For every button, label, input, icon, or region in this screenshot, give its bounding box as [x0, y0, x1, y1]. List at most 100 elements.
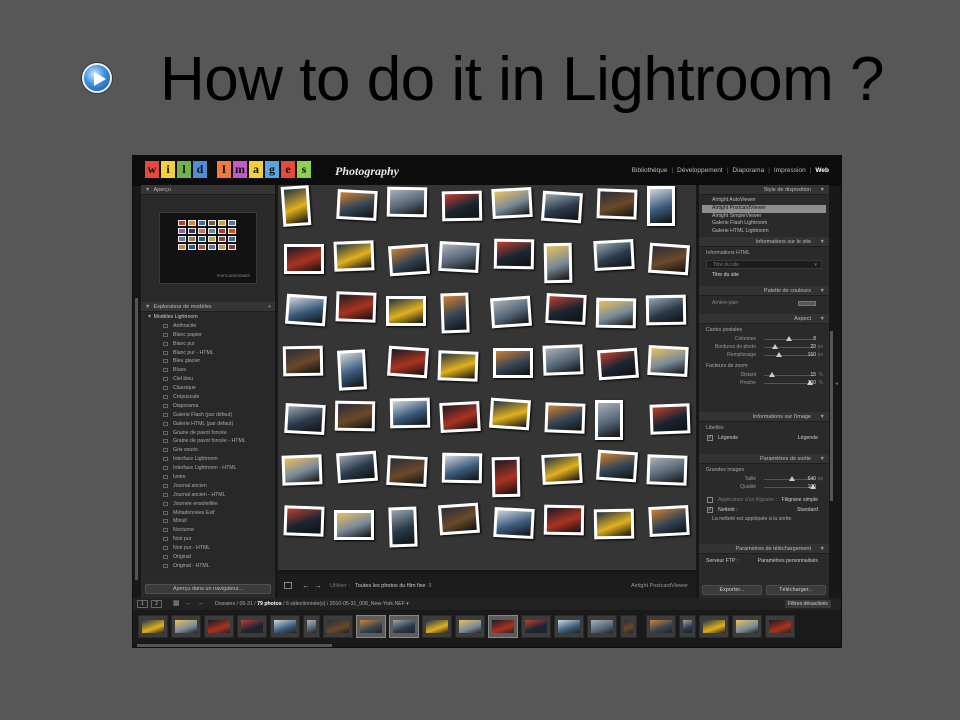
- site-info-header[interactable]: Informations sur le site ▼: [699, 237, 829, 247]
- filmstrip-thumbnail[interactable]: [646, 615, 676, 638]
- template-item[interactable]: Crépuscule: [141, 393, 275, 402]
- back-arrow-icon[interactable]: ←: [185, 598, 192, 610]
- postcard-photo[interactable]: [545, 292, 587, 326]
- template-item[interactable]: Ciel bleu: [141, 375, 275, 384]
- postcard-photo[interactable]: [649, 403, 691, 435]
- slider-knob[interactable]: [768, 372, 775, 377]
- template-item[interactable]: Nocturne: [141, 526, 275, 535]
- postcard-photo[interactable]: [438, 240, 480, 274]
- template-item[interactable]: Bleu glacier: [141, 357, 275, 366]
- layout-style-item[interactable]: Airtight PostcardViewer: [702, 204, 826, 213]
- use-dropdown-icon[interactable]: ⇕: [428, 583, 433, 589]
- postcard-photo[interactable]: [336, 188, 378, 222]
- postcard-photo[interactable]: [491, 456, 521, 498]
- filmstrip-thumbnail[interactable]: [699, 615, 729, 638]
- postcard-photo[interactable]: [441, 452, 483, 484]
- image-info-header[interactable]: Informations sur l'image ▼: [699, 412, 829, 422]
- postcard-photo[interactable]: [646, 454, 688, 486]
- postcard-photo[interactable]: [542, 344, 584, 376]
- next-arrow-icon[interactable]: →: [314, 581, 322, 590]
- layout-style-header[interactable]: Style de disposition ▼: [699, 185, 829, 195]
- caption-dropdown[interactable]: Légende: [798, 433, 818, 443]
- preview-panel-header[interactable]: ▼ Aperçu: [141, 185, 275, 195]
- color-palette-header[interactable]: Palette de couleurs ▼: [699, 286, 829, 296]
- template-item[interactable]: Ivoire: [141, 473, 275, 482]
- left-panel-scrollbar[interactable]: [135, 298, 138, 580]
- filmstrip-thumbnail[interactable]: [679, 615, 696, 638]
- postcard-photo[interactable]: [493, 238, 535, 270]
- template-item[interactable]: Gris souris: [141, 446, 275, 455]
- postcard-photo[interactable]: [335, 291, 377, 323]
- slider-knob[interactable]: [772, 344, 778, 349]
- slider-value[interactable]: 640: [808, 476, 816, 482]
- postcard-photo[interactable]: [490, 295, 532, 329]
- template-item[interactable]: Original: [141, 553, 275, 562]
- filmstrip-thumbnail[interactable]: [356, 615, 386, 638]
- template-item[interactable]: Journal ancien: [141, 482, 275, 491]
- slider-value[interactable]: 8: [813, 336, 816, 342]
- postcard-photo[interactable]: [596, 449, 638, 483]
- sharpen-dropdown[interactable]: Standard: [797, 505, 818, 515]
- postcard-photo[interactable]: [648, 242, 690, 276]
- template-item[interactable]: Minuit: [141, 517, 275, 526]
- filmstrip-scrollbar[interactable]: [137, 644, 332, 647]
- right-panel-scrollbar[interactable]: [830, 331, 833, 501]
- appearance-header[interactable]: Aspect ▼: [699, 314, 829, 324]
- layout-style-item[interactable]: Galerie Flash Lightroom: [702, 220, 826, 228]
- layout-style-item[interactable]: Airtight SimpleViewer: [702, 213, 826, 221]
- template-item[interactable]: Blanc papier: [141, 331, 275, 340]
- layout-style-item[interactable]: Airtight AutoViewer: [702, 197, 826, 205]
- template-item[interactable]: Métadonnées Exif: [141, 509, 275, 518]
- postcard-photo[interactable]: [541, 190, 583, 224]
- template-item[interactable]: Diaporama: [141, 402, 275, 411]
- postcard-photo[interactable]: [593, 508, 635, 540]
- postcard-photo[interactable]: [441, 190, 483, 222]
- postcard-photo[interactable]: [491, 186, 533, 220]
- slider-value[interactable]: 160: [808, 352, 816, 358]
- filmstrip-thumbnail[interactable]: [732, 615, 762, 638]
- template-item[interactable]: Graine de pavot foncée - HTML: [141, 437, 275, 446]
- slider-track[interactable]: [764, 487, 814, 488]
- slider-knob[interactable]: [776, 352, 782, 357]
- site-title-field[interactable]: Titre du site ▾: [706, 260, 822, 269]
- module-5[interactable]: Web: [815, 167, 829, 174]
- grid-view-icon[interactable]: [284, 582, 292, 589]
- postcard-photo[interactable]: [493, 506, 535, 540]
- postcard-photo[interactable]: [388, 506, 418, 548]
- filmstrip-thumbnail[interactable]: [138, 615, 168, 638]
- postcard-photo[interactable]: [280, 185, 312, 227]
- filmstrip-thumbnail[interactable]: [587, 615, 617, 638]
- template-item[interactable]: Classique: [141, 384, 275, 393]
- template-folder[interactable]: ▼ Modèles Lightroom: [141, 313, 275, 322]
- filter-dropdown[interactable]: Filtres désactivés: [784, 600, 831, 608]
- watermark-dropdown[interactable]: Filigrane simple: [782, 495, 818, 505]
- postcard-photo[interactable]: [389, 397, 431, 429]
- output-settings-header[interactable]: Paramètres de sortie ▼: [699, 454, 829, 464]
- postcard-photo[interactable]: [543, 504, 585, 536]
- previous-arrow-icon[interactable]: ←: [302, 581, 310, 590]
- postcard-photo[interactable]: [334, 400, 376, 432]
- postcard-photo[interactable]: [437, 350, 479, 382]
- postcard-photo[interactable]: [282, 345, 324, 377]
- upload-button[interactable]: Télécharger...: [766, 585, 826, 595]
- postcard-photo[interactable]: [281, 454, 323, 486]
- template-item[interactable]: Graine de pavot foncée: [141, 429, 275, 438]
- slider-value[interactable]: 15: [810, 372, 816, 378]
- slider-value[interactable]: 100: [808, 484, 816, 490]
- breadcrumb[interactable]: Dossiers / 05-31 / 79 photos / 6 sélecti…: [215, 598, 409, 610]
- postcard-photo[interactable]: [489, 397, 531, 431]
- postcard-photo[interactable]: [647, 186, 675, 226]
- postcard-photo[interactable]: [284, 402, 326, 436]
- postcard-photo[interactable]: [541, 452, 583, 486]
- template-item[interactable]: Journée ensoleillée: [141, 500, 275, 509]
- template-item[interactable]: Journal ancien - HTML: [141, 491, 275, 500]
- postcard-photo[interactable]: [285, 293, 327, 327]
- right-panel-toggle-icon[interactable]: ◂: [835, 380, 838, 387]
- preview-in-browser-button[interactable]: Aperçu dans un navigateur...: [145, 584, 271, 594]
- module-3[interactable]: Diaporama: [732, 167, 764, 174]
- postcard-photo[interactable]: [336, 450, 378, 484]
- filmstrip-thumbnail[interactable]: [171, 615, 201, 638]
- filmstrip-thumbnail[interactable]: [554, 615, 584, 638]
- module-2[interactable]: Développement: [677, 167, 723, 174]
- postcard-photo[interactable]: [284, 244, 324, 274]
